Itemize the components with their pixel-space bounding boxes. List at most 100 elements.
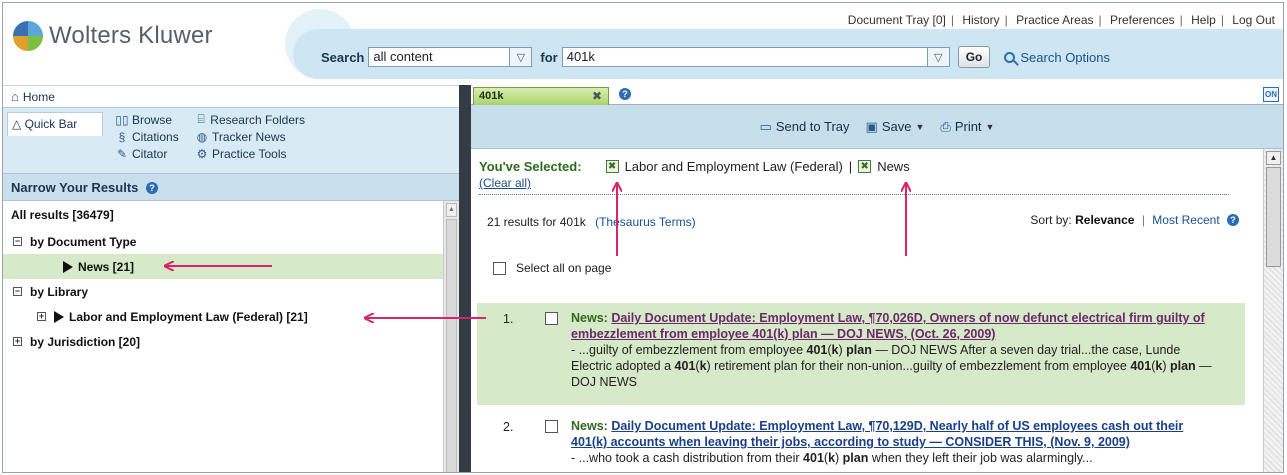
result-item: 1. News: Daily Document Update: Employme… [477, 303, 1245, 405]
quick-bar-links: ▯▯ Browse ⌸ Research Folders § Citations ◍ T… [115, 112, 305, 161]
print-button[interactable]: ⎙ Print ▼ [940, 119, 994, 135]
globe-logo-icon [13, 21, 43, 51]
remove-filter-icon[interactable]: ✖ [858, 160, 872, 173]
app-frame: Wolters Kluwer Document Tray [0] | Histor… [2, 2, 1284, 473]
search-label: Search [321, 49, 365, 65]
expand-icon[interactable]: + [13, 337, 22, 346]
quick-link-browse[interactable]: ▯▯ Browse [115, 112, 195, 127]
quick-link-citator[interactable]: ✎ Citator [115, 147, 195, 161]
for-label: for [540, 49, 558, 65]
result-checkbox[interactable] [545, 420, 558, 433]
search-options-link[interactable]: Search Options [1004, 50, 1110, 65]
result-title-link[interactable]: Daily Document Update: Employment Law, ¶… [571, 419, 1183, 449]
tree-node-document-type[interactable]: − by Document Type [3, 229, 443, 254]
save-label: Save [881, 119, 912, 134]
pane-divider[interactable] [459, 85, 471, 472]
top-link-log-out[interactable]: Log Out [1232, 13, 1275, 27]
sort-controls: Sort by: Relevance | Most Recent ? [1030, 213, 1239, 227]
top-link-practice-areas[interactable]: Practice Areas [1016, 13, 1093, 27]
result-item: 2. News: Daily Document Update: Employme… [477, 411, 1245, 472]
top-link-history[interactable]: History [962, 13, 999, 27]
selected-label: You've Selected: [479, 159, 582, 174]
link-separator: | [1004, 13, 1008, 27]
tab-label: 401k [479, 90, 504, 102]
scroll-thumb[interactable] [446, 219, 457, 472]
tree-node-jurisdiction[interactable]: + by Jurisdiction [20] [3, 329, 443, 354]
home-link[interactable]: ⌂ Home [3, 85, 459, 107]
folder-icon: ⌸ [197, 112, 205, 126]
link-separator: | [1220, 13, 1224, 27]
query-dropdown-button[interactable]: ▽ [927, 47, 950, 67]
left-scrollbar[interactable]: ▲ [443, 201, 459, 472]
scroll-up-icon[interactable]: ▲ [1266, 151, 1281, 165]
selected-filter-news: News [877, 159, 910, 174]
triangle-down-icon: ▽ [516, 51, 526, 64]
citator-icon: ✎ [116, 147, 128, 161]
quick-bar-label: Quick Bar [24, 117, 78, 131]
document-tabs: 401k ✖ ? ON [471, 85, 1283, 105]
tab-401k[interactable]: 401k ✖ [473, 87, 609, 105]
clear-all-link[interactable]: (Clear all) [479, 176, 531, 190]
scope-select[interactable]: all content [368, 47, 511, 67]
top-link-help[interactable]: Help [1191, 13, 1216, 27]
close-tab-icon[interactable]: ✖ [592, 89, 602, 103]
collapse-icon[interactable]: − [13, 237, 22, 246]
tree-node-label: News [21] [78, 259, 135, 274]
quick-link-practice-tools[interactable]: ⚙ Practice Tools [195, 147, 305, 161]
help-icon[interactable]: ? [619, 88, 631, 100]
filter-separator: | [848, 159, 853, 174]
on-toggle-button[interactable]: ON [1263, 87, 1279, 102]
brand-logo[interactable]: Wolters Kluwer [13, 21, 213, 51]
scroll-thumb[interactable] [1266, 167, 1281, 267]
result-snippet: - ...guilty of embezzlement from employe… [571, 343, 1212, 389]
save-button[interactable]: ▣ Save ▼ [866, 119, 925, 135]
select-all-checkbox[interactable] [493, 261, 506, 275]
remove-filter-icon[interactable]: ✖ [605, 160, 619, 173]
tree-node-news[interactable]: News [21] [3, 254, 443, 279]
narrow-results-tree: All results [36479] − by Document Type N… [3, 201, 443, 472]
scope-dropdown-button[interactable]: ▽ [510, 47, 533, 67]
print-label: Print [954, 119, 982, 134]
result-title-link[interactable]: Daily Document Update: Employment Law, ¶… [571, 311, 1205, 341]
narrow-results-header: Narrow Your Results ? [3, 173, 459, 201]
quick-bar-tab[interactable]: △ Quick Bar [7, 112, 103, 136]
thesaurus-terms-link[interactable]: (Thesaurus Terms) [595, 215, 695, 229]
quick-link-tracker-news[interactable]: ◍ Tracker News [195, 130, 305, 144]
scroll-up-icon[interactable]: ▲ [446, 203, 457, 217]
top-link-preferences[interactable]: Preferences [1110, 13, 1175, 27]
help-icon[interactable]: ? [146, 182, 159, 194]
query-input[interactable]: 401k [561, 47, 928, 67]
quick-link-label: Browse [132, 112, 173, 127]
sort-separator: | [1141, 213, 1145, 227]
right-scrollbar[interactable]: ▲ [1263, 149, 1283, 472]
header: Wolters Kluwer Document Tray [0] | Histor… [3, 3, 1283, 85]
tree-node-library[interactable]: − by Library [3, 279, 443, 304]
results-count: 21 results for 401k (Thesaurus Terms) [487, 215, 696, 229]
link-separator: | [1179, 13, 1183, 27]
tray-icon: ▭ [759, 118, 772, 134]
sort-most-recent-link[interactable]: Most Recent [1152, 213, 1219, 227]
help-icon[interactable]: ? [1227, 214, 1239, 226]
quick-link-citations[interactable]: § Citations [115, 130, 195, 144]
brand-name: Wolters Kluwer [49, 22, 213, 49]
go-button[interactable]: Go [957, 46, 991, 68]
tree-node-labor-employment[interactable]: + Labor and Employment Law (Federal) [21… [3, 304, 443, 329]
expand-icon[interactable]: + [37, 312, 46, 321]
send-to-tray-label: Send to Tray [775, 119, 850, 134]
all-results-link[interactable]: All results [36479] [3, 201, 443, 229]
collapse-icon[interactable]: − [13, 287, 22, 296]
sort-relevance[interactable]: Relevance [1075, 213, 1134, 227]
result-checkbox[interactable] [545, 312, 558, 325]
tree-node-label: Labor and Employment Law (Federal) [21] [69, 309, 308, 324]
top-link-document-tray[interactable]: Document Tray [0] [848, 13, 946, 27]
search-icon [1004, 51, 1016, 63]
select-all-row: Select all on page [493, 261, 611, 275]
send-to-tray-button[interactable]: ▭ Send to Tray [760, 119, 850, 135]
floppy-disk-icon: ▣ [865, 118, 878, 134]
selected-filters: You've Selected: ✖ Labor and Employment … [479, 159, 910, 174]
quick-link-research-folders[interactable]: ⌸ Research Folders [195, 112, 305, 127]
link-separator: | [950, 13, 954, 27]
globe-icon: ◍ [196, 130, 208, 144]
top-links: Document Tray [0] | History | Practice Are… [848, 13, 1275, 27]
quick-link-label: Citations [132, 130, 179, 144]
